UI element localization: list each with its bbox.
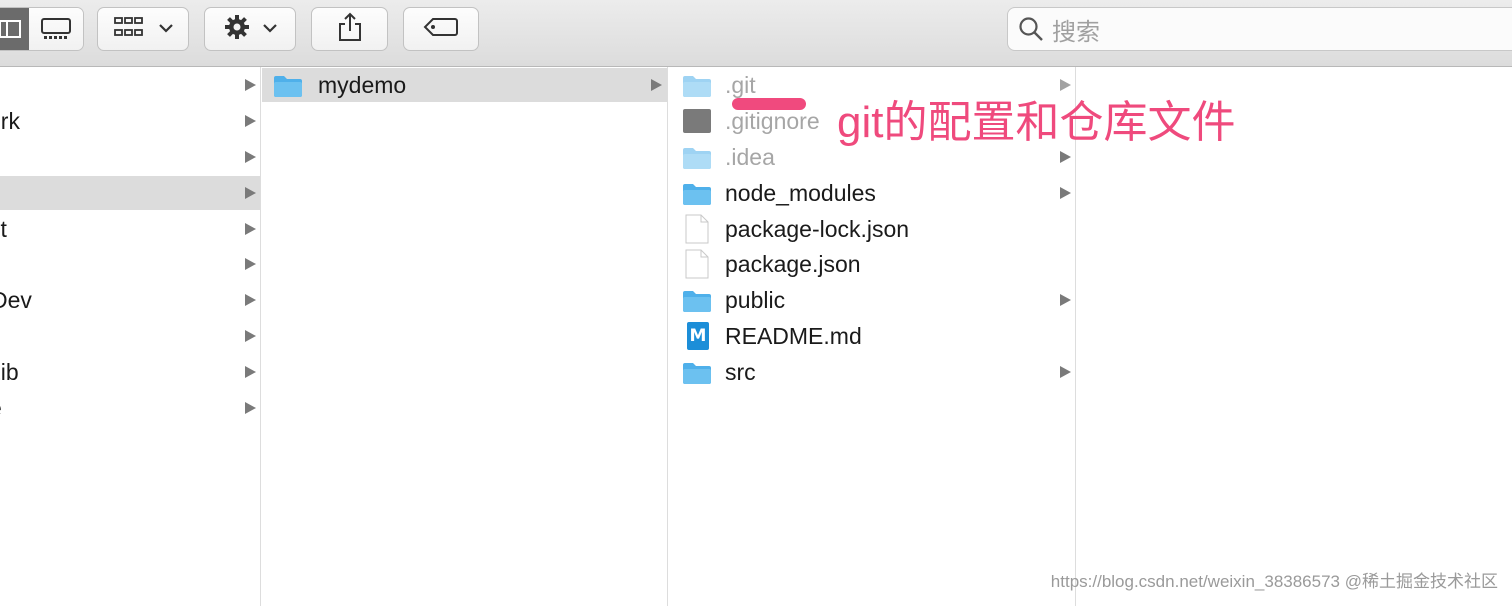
- disclosure-arrow-icon: [245, 223, 256, 235]
- gallery-view-icon[interactable]: [29, 8, 83, 50]
- disclosure-arrow-icon: [245, 79, 256, 91]
- share-icon: [337, 12, 363, 47]
- disclosure-arrow-icon: [1060, 151, 1071, 163]
- list-item[interactable]: n: [0, 68, 260, 102]
- list-item[interactable]: [0, 247, 260, 281]
- folder-icon: [274, 76, 302, 97]
- disclosure-arrow-icon: [1060, 366, 1071, 378]
- folder-icon: [683, 291, 711, 312]
- finder-toolbar: 搜索: [0, 0, 1512, 67]
- folder-icon: [683, 184, 711, 205]
- search-field[interactable]: 搜索: [1007, 7, 1512, 51]
- folder-icon: [683, 148, 711, 169]
- list-item[interactable]: [0, 319, 260, 353]
- markdown-file-icon: M: [687, 322, 709, 350]
- action-gear-icon: [223, 13, 251, 46]
- search-placeholder: 搜索: [1052, 18, 1100, 46]
- list-item-mydemo[interactable]: mydemo: [262, 68, 667, 102]
- list-item[interactable]: e: [0, 391, 260, 425]
- finder-column-2[interactable]: mydemo: [262, 67, 668, 606]
- search-icon: [1018, 16, 1044, 42]
- columns-view-icon[interactable]: [0, 8, 29, 50]
- gitignore-file-icon: [683, 109, 711, 133]
- share-button[interactable]: [311, 7, 388, 51]
- list-item-readme-md[interactable]: M README.md: [669, 319, 1075, 353]
- disclosure-arrow-icon: [245, 151, 256, 163]
- folder-icon: [683, 363, 711, 384]
- action-menu-button[interactable]: [204, 7, 296, 51]
- list-item[interactable]: [0, 140, 260, 174]
- view-mode-segmented-control[interactable]: [0, 7, 84, 51]
- document-icon: [685, 249, 709, 279]
- annotation-underline: [732, 98, 806, 110]
- group-grid-icon: [113, 16, 145, 43]
- disclosure-arrow-icon: [245, 187, 256, 199]
- list-item-selected[interactable]: [0, 176, 260, 210]
- disclosure-arrow-icon: [245, 402, 256, 414]
- folder-icon: [683, 76, 711, 97]
- disclosure-arrow-icon: [245, 294, 256, 306]
- list-item-public[interactable]: public: [669, 283, 1075, 317]
- list-item[interactable]: ct: [0, 212, 260, 246]
- tags-button[interactable]: [403, 7, 479, 51]
- disclosure-arrow-icon: [651, 79, 662, 91]
- list-item-src[interactable]: src: [669, 355, 1075, 389]
- disclosure-arrow-icon: [245, 366, 256, 378]
- document-icon: [685, 214, 709, 244]
- disclosure-arrow-icon: [245, 258, 256, 270]
- list-item-package-json[interactable]: package.json: [669, 247, 1075, 281]
- disclosure-arrow-icon: [1060, 187, 1071, 199]
- disclosure-arrow-icon: [245, 330, 256, 342]
- tag-icon: [423, 17, 459, 42]
- list-item[interactable]: ork: [0, 104, 260, 138]
- list-item[interactable]: Dev: [0, 283, 260, 317]
- disclosure-arrow-icon: [1060, 294, 1071, 306]
- annotation-text: git的配置和仓库文件: [837, 98, 1236, 147]
- finder-column-1[interactable]: n ork ct Dev Lib e: [0, 67, 261, 606]
- chevron-down-icon: [159, 20, 173, 38]
- disclosure-arrow-icon: [245, 115, 256, 127]
- list-item-package-lock-json[interactable]: package-lock.json: [669, 212, 1075, 246]
- chevron-down-icon: [263, 20, 277, 38]
- list-item[interactable]: Lib: [0, 355, 260, 389]
- watermark: https://blog.csdn.net/weixin_38386573 @稀…: [1050, 572, 1498, 591]
- list-item-node-modules[interactable]: node_modules: [669, 176, 1075, 210]
- group-by-button[interactable]: [97, 7, 189, 51]
